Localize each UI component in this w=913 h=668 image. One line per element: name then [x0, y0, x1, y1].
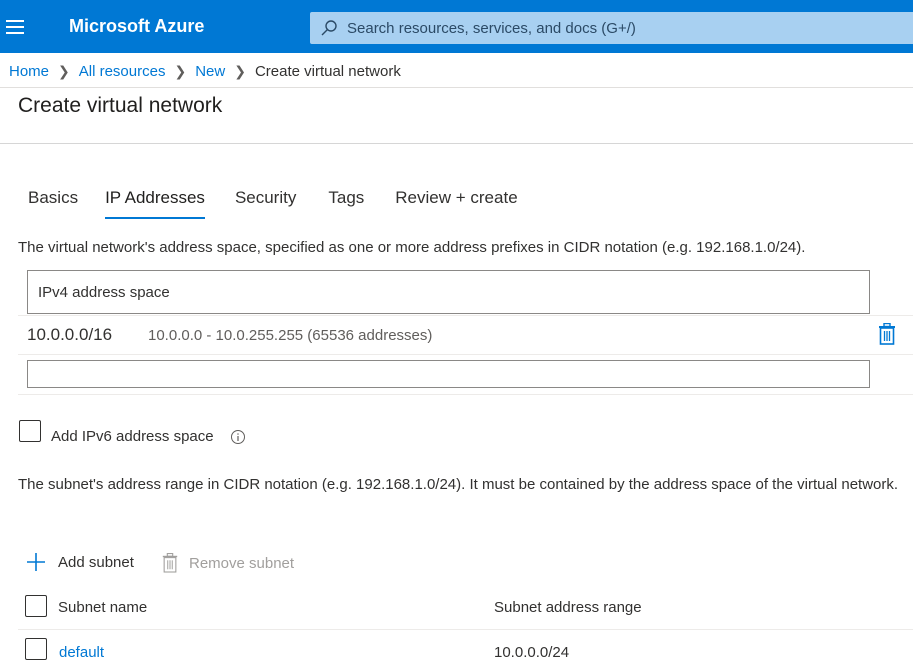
ipv6-label[interactable]: Add IPv6 address space: [51, 428, 214, 445]
trash-icon: [162, 553, 178, 573]
address-prefix: 10.0.0.0/16: [27, 325, 113, 344]
breadcrumb-bar: Home ❯ All resources ❯ New ❯ Create virt…: [0, 53, 913, 88]
page-title: Create virtual network: [18, 94, 223, 117]
ipv4-header-label: IPv4 address space: [38, 284, 170, 301]
trash-icon[interactable]: [877, 323, 897, 345]
address-range: 10.0.0.0 - 10.0.255.255 (65536 addresses…: [148, 327, 433, 344]
remove-subnet-button[interactable]: Remove subnet: [161, 552, 294, 574]
tab-ip-addresses[interactable]: IP Addresses: [105, 188, 205, 219]
column-header-subnet-name[interactable]: Subnet name: [58, 599, 147, 616]
search-icon: [321, 20, 337, 36]
remove-subnet-label: Remove subnet: [189, 554, 295, 572]
search-input[interactable]: [347, 12, 887, 44]
address-space-description: The virtual network's address space, spe…: [18, 239, 806, 256]
add-subnet-label: Add subnet: [58, 553, 134, 571]
hamburger-icon[interactable]: [4, 14, 28, 40]
row-divider: [18, 394, 913, 395]
tab-security[interactable]: Security: [235, 188, 296, 216]
breadcrumb-all-resources[interactable]: All resources: [79, 63, 166, 80]
ipv6-checkbox[interactable]: [19, 420, 41, 442]
subnet-description: The subnet's address range in CIDR notat…: [18, 476, 899, 493]
chevron-right-icon: ❯: [174, 63, 187, 79]
subnet-address-range: 10.0.0.0/24: [494, 644, 570, 661]
add-subnet-button[interactable]: Add subnet: [26, 552, 134, 572]
column-header-subnet-range[interactable]: Subnet address range: [494, 599, 642, 616]
top-bar: Microsoft Azure: [0, 0, 913, 53]
plus-icon: [27, 553, 45, 571]
breadcrumb-current: Create virtual network: [254, 63, 401, 80]
chevron-right-icon: ❯: [234, 63, 246, 79]
title-divider: [0, 143, 913, 144]
row-divider: [18, 315, 913, 316]
subnet-row-checkbox[interactable]: [25, 638, 47, 660]
tab-basics[interactable]: Basics: [28, 188, 78, 216]
row-divider: [18, 629, 913, 630]
tab-strip: Basics IP Addresses Security Tags Review…: [28, 188, 518, 219]
tab-tags[interactable]: Tags: [328, 188, 364, 216]
breadcrumb: Home ❯ All resources ❯ New ❯ Create virt…: [9, 63, 401, 80]
info-icon[interactable]: [230, 429, 246, 445]
breadcrumb-new[interactable]: New: [195, 63, 225, 80]
breadcrumb-home[interactable]: Home: [9, 63, 49, 80]
chevron-right-icon: ❯: [58, 63, 70, 79]
ipv4-address-space-header: IPv4 address space: [27, 270, 870, 314]
search-box[interactable]: [310, 12, 913, 44]
subnet-name-link[interactable]: default: [59, 644, 104, 661]
new-address-input[interactable]: [27, 360, 870, 388]
row-divider: [18, 354, 913, 355]
select-all-checkbox[interactable]: [25, 595, 47, 617]
brand-title[interactable]: Microsoft Azure: [69, 16, 204, 37]
tab-review-create[interactable]: Review + create: [395, 188, 517, 216]
